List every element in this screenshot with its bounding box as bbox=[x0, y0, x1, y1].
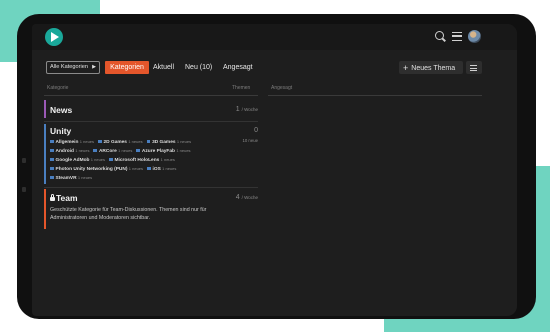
subcategory-list: SteamVR 1 neues bbox=[50, 175, 96, 181]
subcategory-link[interactable]: Azure PlayFab 1 neues bbox=[136, 148, 191, 154]
category-row-team[interactable]: Team 4 / Woche Geschützte Kategorie für … bbox=[44, 189, 258, 229]
column-header-topics: Themen bbox=[232, 85, 251, 91]
subcategory-link[interactable]: 3D Games 1 neues bbox=[146, 139, 191, 145]
subcategory-list: Photon Unity Networking (PUN) 1 neues iOS… bbox=[50, 166, 180, 172]
subcategory-list: Google AdMob 1 neues Microsoft HoloLens 1… bbox=[50, 157, 179, 163]
new-topic-label: Neues Thema bbox=[411, 65, 456, 72]
category-topic-count: 4 / Woche bbox=[235, 194, 258, 201]
subcategory-link[interactable]: Android 1 neues bbox=[50, 148, 89, 154]
category-description: Geschützte Kategorie für Team-Diskussion… bbox=[50, 207, 207, 221]
subcategory-link[interactable]: Allgemein 1 neues bbox=[50, 139, 94, 145]
divider bbox=[268, 95, 482, 96]
column-header-category: Kategorie bbox=[47, 85, 69, 91]
category-new-posts: 10 neue bbox=[242, 138, 258, 143]
tab-angesagt[interactable]: Angesagt bbox=[223, 61, 253, 74]
avatar[interactable] bbox=[468, 30, 481, 43]
category-topic-count: 0 bbox=[254, 127, 258, 134]
search-icon[interactable] bbox=[435, 31, 444, 40]
divider bbox=[44, 187, 258, 188]
subcategory-link[interactable]: ARCore 1 neues bbox=[93, 148, 132, 154]
subcategory-link[interactable]: SteamVR 1 neues bbox=[50, 175, 92, 181]
subcategory-list: Android 1 neues ARCore 1 neues Azure PlayF… bbox=[50, 148, 195, 154]
tablet-side-button bbox=[22, 187, 26, 192]
tab-aktuell[interactable]: Aktuell bbox=[153, 61, 174, 74]
new-topic-button[interactable]: + Neues Thema bbox=[399, 61, 463, 74]
tablet-side-button bbox=[22, 158, 26, 163]
subcategory-link[interactable]: Google AdMob 1 neues bbox=[50, 157, 105, 163]
divider bbox=[44, 95, 258, 96]
category-title[interactable]: Team bbox=[50, 193, 78, 203]
subcategory-link[interactable]: Photon Unity Networking (PUN) 1 neues bbox=[50, 166, 143, 172]
subcategory-link[interactable]: 2D Games 1 neues bbox=[98, 139, 143, 145]
all-categories-dropdown[interactable]: Alle Kategorien ▶ bbox=[46, 61, 100, 74]
category-topic-count: 1 / Woche bbox=[235, 106, 258, 113]
tab-kategorien[interactable]: Kategorien bbox=[105, 61, 149, 74]
category-color-bar bbox=[44, 189, 46, 229]
plus-icon: + bbox=[403, 63, 409, 73]
subcategory-link[interactable]: iOS 1 neues bbox=[147, 166, 176, 172]
divider bbox=[44, 121, 258, 122]
screen: Alle Kategorien ▶ Kategorien Aktuell Neu… bbox=[32, 24, 517, 316]
all-categories-label: Alle Kategorien bbox=[50, 64, 88, 70]
category-row-news[interactable]: News 1 / Woche bbox=[44, 100, 258, 118]
column-header-trending: Angesagt bbox=[271, 85, 293, 91]
subcategory-link[interactable]: Microsoft HoloLens 1 neues bbox=[109, 157, 175, 163]
chevron-right-icon: ▶ bbox=[92, 64, 96, 70]
category-title[interactable]: News bbox=[50, 105, 72, 115]
subcategory-list: Allgemein 1 neues 2D Games 1 neues 3D Game… bbox=[50, 139, 195, 145]
category-title[interactable]: Unity bbox=[50, 126, 71, 136]
category-color-bar bbox=[44, 124, 46, 184]
top-bar bbox=[32, 24, 517, 50]
category-row-unity[interactable]: Unity 0 10 neue Allgemein 1 neues 2D Game… bbox=[44, 124, 258, 184]
category-color-bar bbox=[44, 100, 46, 118]
tab-neu[interactable]: Neu (10) bbox=[185, 61, 212, 74]
menu-icon[interactable] bbox=[452, 32, 462, 41]
more-menu-button[interactable] bbox=[466, 61, 482, 74]
logo-icon[interactable] bbox=[45, 28, 63, 46]
lock-icon bbox=[50, 194, 55, 201]
